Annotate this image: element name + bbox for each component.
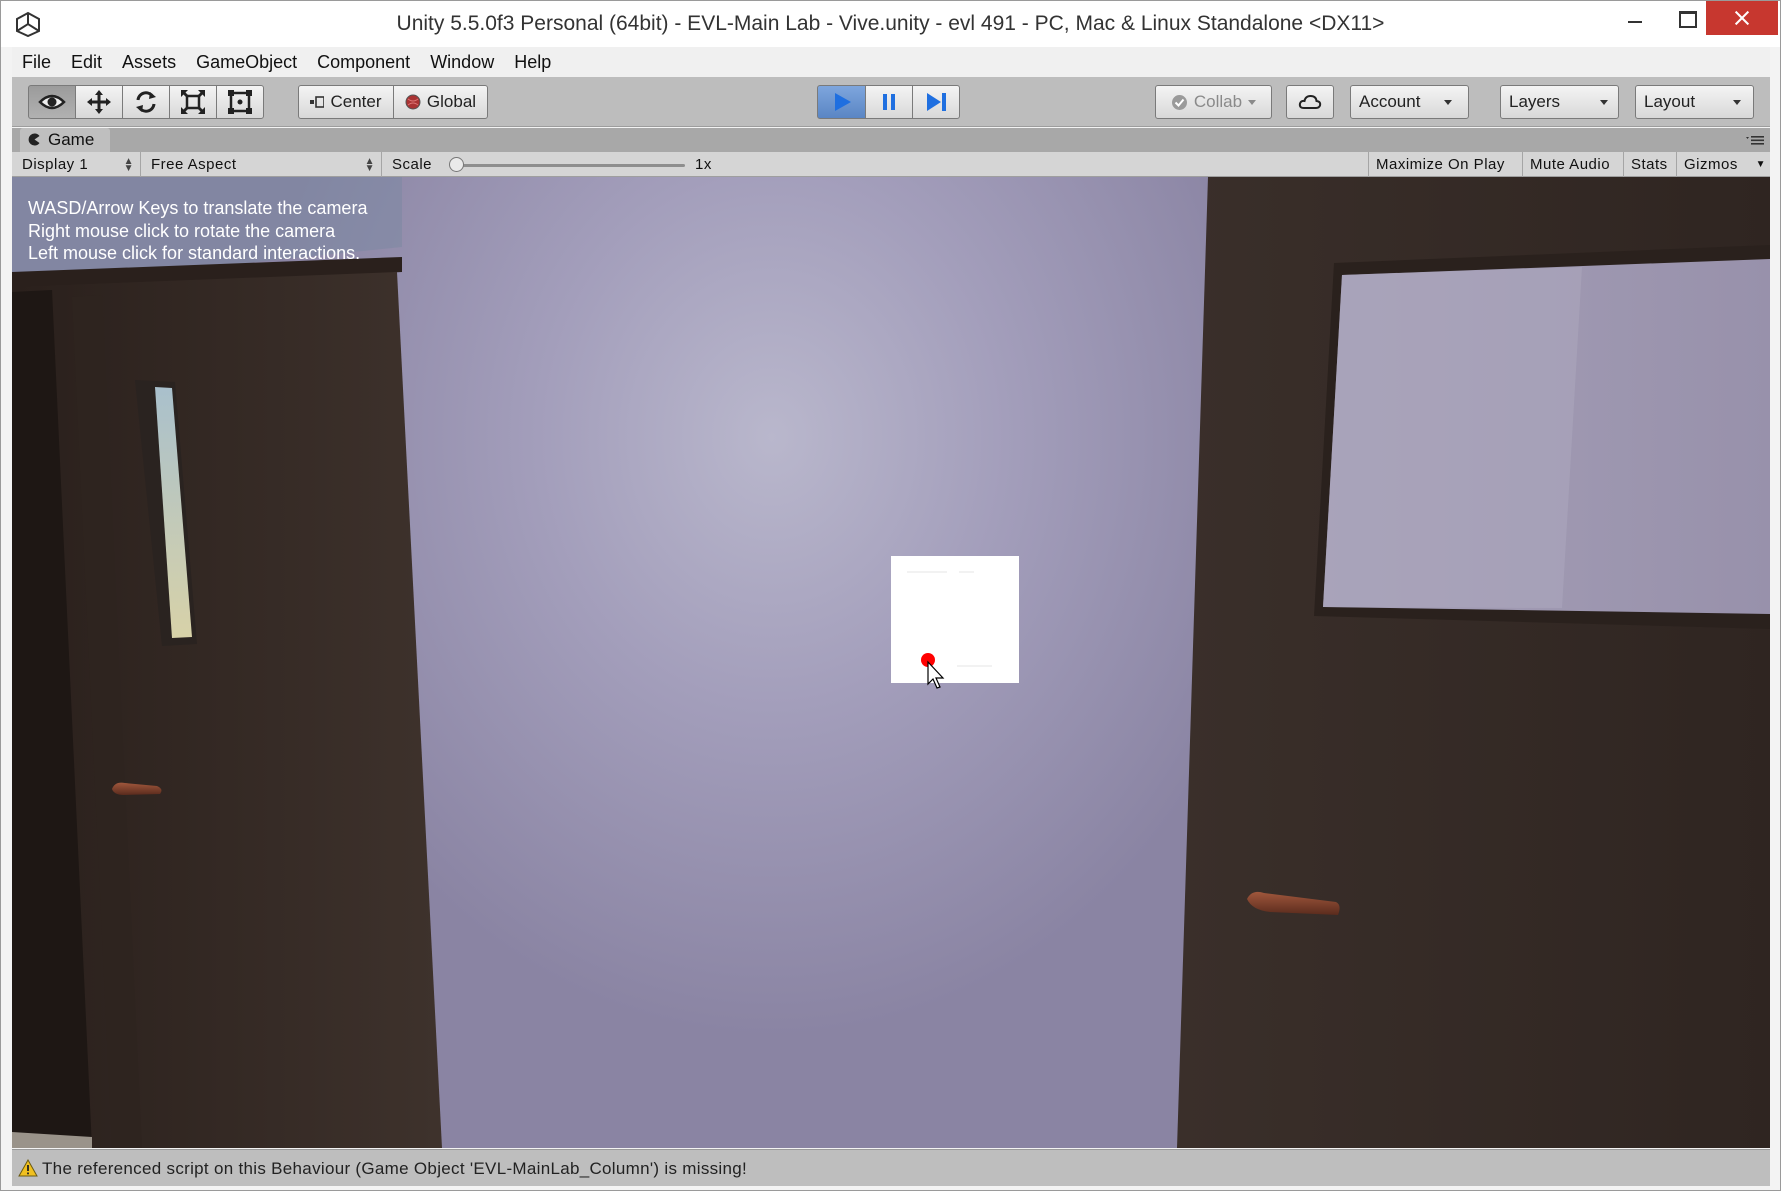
step-button[interactable] xyxy=(912,85,960,119)
white-card xyxy=(891,556,1019,683)
playback-controls xyxy=(817,85,960,119)
pause-button[interactable] xyxy=(865,85,913,119)
maximize-button[interactable] xyxy=(1660,1,1712,35)
eye-icon xyxy=(38,94,66,110)
display-dropdown[interactable]: Display 1 ▲ ▼ xyxy=(12,152,141,177)
view-tool-button[interactable] xyxy=(28,85,76,119)
game-view-toolbar: Display 1 ▲ ▼ Free Aspect ▲ ▼ Scale 1x Max… xyxy=(12,152,1770,177)
instruction-line: Left mouse click for standard interactio… xyxy=(28,243,361,263)
pivot-toggles: Center Global xyxy=(298,85,488,119)
maximize-on-play-toggle[interactable]: Maximize On Play xyxy=(1368,152,1512,177)
spinner-arrows-icon: ▲ ▼ xyxy=(364,156,375,174)
scale-label: Scale xyxy=(392,156,433,173)
warning-icon xyxy=(18,1159,38,1177)
cloud-services-button[interactable] xyxy=(1286,85,1334,119)
game-view-icon xyxy=(28,133,40,146)
scale-icon xyxy=(181,90,205,114)
window-title: Unity 5.5.0f3 Personal (64bit) - EVL-Mai… xyxy=(396,12,1385,35)
main-toolbar: Center Global Collab Account Layers Layo… xyxy=(12,77,1770,127)
tab-game[interactable]: Game xyxy=(20,128,110,152)
stats-toggle[interactable]: Stats xyxy=(1623,152,1675,177)
console-status-bar[interactable]: The referenced script on this Behaviour … xyxy=(12,1149,1770,1186)
pivot-center-toggle[interactable]: Center xyxy=(298,85,394,119)
collab-group: Collab xyxy=(1155,85,1272,119)
layers-group: Layers xyxy=(1500,85,1619,119)
menu-window[interactable]: Window xyxy=(420,47,504,77)
account-label: Account xyxy=(1359,92,1421,111)
mute-audio-toggle[interactable]: Mute Audio xyxy=(1522,152,1617,177)
gizmos-label: Gizmos xyxy=(1684,156,1738,173)
menu-component[interactable]: Component xyxy=(307,47,420,77)
tab-game-label: Game xyxy=(48,130,95,149)
step-forward-icon xyxy=(927,93,946,111)
rect-transform-icon xyxy=(228,90,252,114)
game-view-viewport[interactable]: WASD/Arrow Keys to translate the camera R… xyxy=(12,177,1770,1148)
camera-instructions: WASD/Arrow Keys to translate the camera R… xyxy=(28,197,367,265)
transform-tools xyxy=(28,85,264,119)
spinner-arrows-icon: ▲ ▼ xyxy=(123,156,134,174)
cloud-group xyxy=(1286,85,1334,119)
checkmark-circle-icon xyxy=(1171,94,1187,110)
menu-edit[interactable]: Edit xyxy=(61,47,112,77)
aspect-label: Free Aspect xyxy=(151,156,237,173)
collab-label: Collab xyxy=(1193,92,1243,111)
rotate-tool-button[interactable] xyxy=(122,85,170,119)
pivot-center-icon xyxy=(310,96,325,108)
scale-tool-button[interactable] xyxy=(169,85,217,119)
close-button[interactable] xyxy=(1706,1,1778,35)
panel-menu-icon[interactable] xyxy=(1746,134,1764,146)
rotate-icon xyxy=(136,91,156,113)
cloud-icon xyxy=(1298,94,1322,109)
aspect-dropdown[interactable]: Free Aspect ▲ ▼ xyxy=(141,152,382,177)
scene-render xyxy=(12,177,1770,1148)
mute-audio-label: Mute Audio xyxy=(1530,156,1611,173)
move-arrows-icon xyxy=(87,90,111,114)
unity-editor-window: Unity 5.5.0f3 Personal (64bit) - EVL-Mai… xyxy=(0,0,1781,1191)
menu-file[interactable]: File xyxy=(12,47,61,77)
scale-slider-track[interactable] xyxy=(457,164,685,167)
pivot-center-label: Center xyxy=(330,92,382,111)
display-label: Display 1 xyxy=(22,156,89,173)
title-bar: Unity 5.5.0f3 Personal (64bit) - EVL-Mai… xyxy=(1,1,1780,47)
gizmos-toggle[interactable]: Gizmos ▼ xyxy=(1676,152,1770,177)
chevron-down-icon: ▼ xyxy=(1755,159,1766,170)
status-message: The referenced script on this Behaviour … xyxy=(42,1159,748,1178)
minimize-button[interactable] xyxy=(1608,1,1660,35)
layers-label: Layers xyxy=(1509,92,1561,111)
game-panel-header: Game xyxy=(12,128,1770,152)
chevron-down-icon xyxy=(1444,99,1453,105)
chevron-down-icon xyxy=(1733,99,1742,105)
chevron-down-icon xyxy=(1600,99,1609,105)
door-window-reflection xyxy=(1323,267,1582,608)
layout-group: Layout xyxy=(1635,85,1754,119)
layout-dropdown[interactable]: Layout xyxy=(1635,85,1754,119)
menu-bar: File Edit Assets GameObject Component Wi… xyxy=(12,47,1770,77)
menu-help[interactable]: Help xyxy=(504,47,561,77)
move-tool-button[interactable] xyxy=(75,85,123,119)
instruction-line: WASD/Arrow Keys to translate the camera xyxy=(28,198,368,218)
account-dropdown[interactable]: Account xyxy=(1350,85,1469,119)
globe-icon xyxy=(405,94,421,110)
stats-label: Stats xyxy=(1631,156,1668,173)
instruction-line: Right mouse click to rotate the camera xyxy=(28,220,336,241)
maximize-on-play-label: Maximize On Play xyxy=(1376,156,1505,173)
rect-tool-button[interactable] xyxy=(216,85,264,119)
pivot-global-toggle[interactable]: Global xyxy=(393,85,488,119)
scale-value: 1x xyxy=(695,156,712,173)
pivot-global-label: Global xyxy=(426,92,477,111)
menu-assets[interactable]: Assets xyxy=(112,47,186,77)
layers-dropdown[interactable]: Layers xyxy=(1500,85,1619,119)
menu-gameobject[interactable]: GameObject xyxy=(186,47,307,77)
scale-slider-knob[interactable] xyxy=(449,157,464,172)
chevron-down-icon xyxy=(1248,99,1257,105)
play-icon xyxy=(834,93,851,111)
play-button[interactable] xyxy=(817,85,866,119)
layout-label: Layout xyxy=(1644,92,1696,111)
account-group: Account xyxy=(1350,85,1469,119)
pause-icon xyxy=(883,94,895,110)
collab-dropdown[interactable]: Collab xyxy=(1155,85,1272,119)
